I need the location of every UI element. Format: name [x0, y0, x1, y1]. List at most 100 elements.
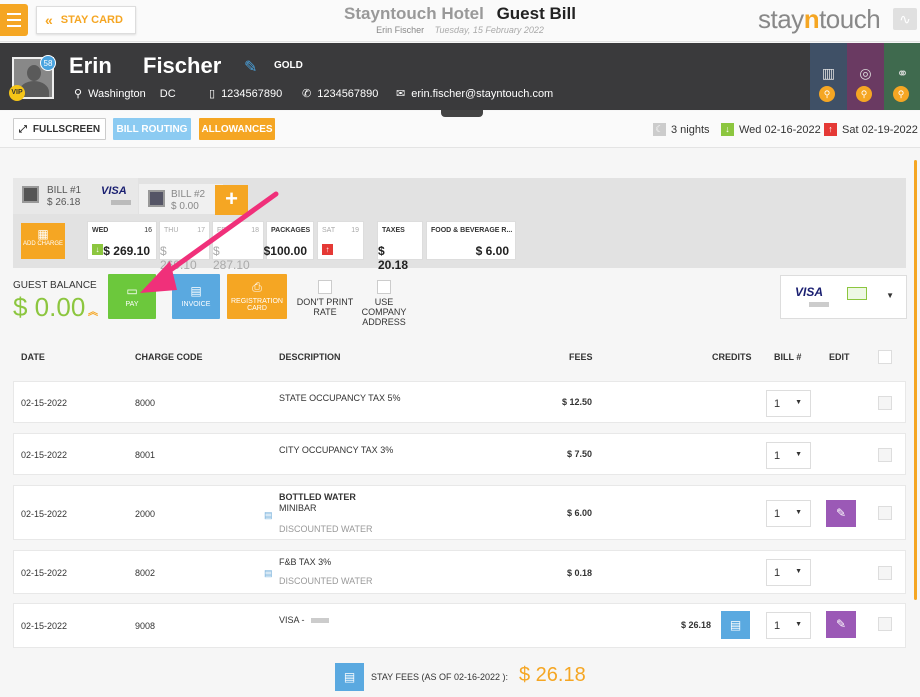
payment-card-selector[interactable]: VISA ▼ [780, 275, 907, 319]
day-wed[interactable]: WED 16 ↓ $ 269.10 [87, 221, 157, 260]
bill-tab-2[interactable]: BILL #2 $ 0.00 [139, 184, 223, 214]
calculator-icon: ▦ [37, 227, 49, 241]
activity-icon[interactable]: ∿ [893, 8, 917, 30]
note-icon[interactable]: ▤ [264, 568, 273, 579]
edit-button[interactable]: ✎ [826, 500, 856, 527]
document-icon: ▤ [190, 284, 202, 298]
globe-icon: ◎ [859, 65, 872, 81]
stay-fees-label: STAY FEES (AS OF 02-16-2022 ): [371, 672, 509, 682]
note-icon[interactable]: ▤ [264, 510, 273, 521]
search-icon: ⚲ [856, 86, 872, 102]
charges-table-header: DATE CHARGE CODE DESCRIPTION FEES CREDIT… [13, 350, 906, 366]
bill-routing-button[interactable]: BILL ROUTING [113, 118, 191, 140]
row-checkbox[interactable] [878, 506, 892, 520]
pencil-icon: ✎ [835, 506, 847, 520]
guest-count-badge: 58 [40, 55, 56, 71]
packages-tile[interactable]: PACKAGES $100.00 [264, 221, 314, 260]
day-thu[interactable]: THU 17 $ 269.10 [159, 221, 210, 272]
loyalty-level: GOLD [274, 60, 303, 71]
document-icon[interactable]: ▤ [335, 663, 364, 691]
date-subtitle: Tuesday, 15 February 2022 [434, 25, 544, 35]
table-row[interactable]: 02-15-2022 8002 ▤ F&B TAX 3% DISCOUNTED … [13, 550, 906, 594]
row-checkbox[interactable] [878, 448, 892, 462]
pin-icon[interactable]: ✎ [244, 57, 257, 77]
guest-email: ✉ erin.fischer@stayntouch.com [396, 87, 554, 101]
masked-card-number [111, 200, 131, 205]
add-charge-button[interactable]: ▦ ADD CHARGE [21, 223, 65, 259]
search-icon: ⚲ [893, 86, 909, 102]
receipt-icon: ▤ [729, 618, 742, 632]
guest-phone-1: ▯ 1234567890 [209, 87, 283, 101]
wallet-icon: ▭ [126, 284, 138, 298]
vip-badge: VIP [9, 85, 25, 101]
row-checkbox[interactable] [878, 396, 892, 410]
dont-print-rate-checkbox[interactable] [318, 280, 332, 294]
allowances-button[interactable]: ALLOWANCES [199, 118, 275, 140]
table-row[interactable]: 02-15-2022 8000 STATE OCCUPANCY TAX 5% $… [13, 381, 906, 423]
globe-tile[interactable]: ◎ ⚲ [847, 43, 884, 110]
use-company-address-checkbox[interactable] [377, 280, 391, 294]
dont-print-rate-option[interactable]: DON'T PRINT RATE [295, 280, 355, 317]
food-beverage-tile[interactable]: FOOD & BEVERAGE R... $ 6.00 [426, 221, 516, 260]
edit-button[interactable]: ✎ [826, 611, 856, 638]
group-tile[interactable]: ⚭ ⚲ [884, 43, 920, 110]
bill-title: Guest Bill [496, 4, 576, 23]
drawer-handle[interactable] [441, 110, 483, 117]
visa-card-icon: VISA [101, 185, 127, 197]
bill-number-select[interactable]: 1 ▼ [766, 612, 811, 639]
row-checkbox[interactable] [878, 566, 892, 580]
nights-count: ☾ 3 nights [653, 123, 710, 136]
printer-icon: ⎙ [252, 280, 262, 294]
stayntouch-logo: stayntouch [758, 4, 881, 34]
departure-arrow-icon: ↑ [322, 244, 333, 255]
use-company-address-option[interactable]: USE COMPANY ADDRESS [358, 280, 410, 327]
pencil-icon: ✎ [835, 617, 847, 631]
table-row[interactable]: 02-15-2022 9008 VISA - $ 26.18 ▤ 1 ▼ ✎ [13, 603, 906, 648]
mobile-phone-icon: ▯ [209, 88, 216, 100]
guest-phone-2: ✆ 1234567890 [302, 87, 379, 101]
registration-card-button[interactable]: ⎙ REGISTRATION CARD [227, 274, 287, 319]
taxes-tile[interactable]: TAXES $ 20.18 [377, 221, 423, 272]
bill-summary: BILL #1 $ 26.18 VISA BILL #2 $ 0.00 + ▦ … [13, 178, 906, 272]
room-tile[interactable]: ▥ ⚲ [810, 43, 847, 110]
building-icon: ▥ [821, 65, 836, 81]
envelope-icon: ✉ [396, 88, 406, 100]
bill-number-select[interactable]: 1 ▼ [766, 500, 811, 527]
stay-fees-value: $ 26.18 [519, 664, 586, 686]
invoice-button[interactable]: ▤ INVOICE [172, 274, 220, 319]
search-icon: ⚲ [819, 86, 835, 102]
pay-button[interactable]: ▭ PAY [108, 274, 156, 319]
bill-number-select[interactable]: 1 ▼ [766, 442, 811, 469]
arrival-date: ↓ Wed 02-16-2022 [721, 123, 821, 136]
bill-number-select[interactable]: 1 ▼ [766, 390, 811, 417]
arrow-down-icon: ↓ [721, 123, 734, 136]
fullscreen-button[interactable]: ⤢ FULLSCREEN [13, 118, 106, 140]
bill-number-select[interactable]: 1 ▼ [766, 559, 811, 586]
phone-icon: ✆ [302, 88, 312, 100]
receipt-button[interactable]: ▤ [721, 611, 750, 639]
table-row[interactable]: 02-15-2022 8001 CITY OCCUPANCY TAX 3% $ … [13, 433, 906, 475]
credit-card-icon [847, 287, 867, 300]
guest-balance-amount: $ 0.00 [13, 292, 86, 322]
departure-date: ↑ Sat 02-19-2022 [824, 123, 918, 136]
expand-icon: ⤢ [18, 123, 27, 135]
select-all-checkbox[interactable] [878, 350, 892, 364]
hotel-name: Stayntouch Hotel [344, 4, 484, 23]
chevron-up-icon[interactable]: ︽ [88, 303, 98, 318]
guest-last-name: Fischer [143, 53, 222, 78]
day-sat[interactable]: SAT 19 ↑ [317, 221, 364, 260]
table-row[interactable]: 02-15-2022 2000 ▤ BOTTLED WATER MINIBAR … [13, 485, 906, 540]
day-fri[interactable]: FRI 18 $ 287.10 [212, 221, 264, 272]
scrollbar[interactable] [914, 160, 917, 600]
arrival-arrow-icon: ↓ [92, 244, 103, 255]
guest-header: VIP 58 Erin Fischer ✎ GOLD ⚲ Washington D… [0, 43, 920, 110]
bill-tab-1[interactable]: BILL #1 $ 26.18 VISA [13, 178, 138, 214]
stay-fees-footer: ▤ STAY FEES (AS OF 02-16-2022 ): $ 26.18 [330, 660, 590, 697]
masked-card-number [809, 302, 829, 307]
bill-icon [22, 186, 39, 203]
top-bar: « STAY CARD Stayntouch Hotel Guest Bill … [0, 0, 920, 42]
row-checkbox[interactable] [878, 617, 892, 631]
add-bill-button[interactable]: + [215, 185, 248, 215]
building-icon [148, 190, 165, 207]
visa-logo: VISA [795, 285, 824, 299]
